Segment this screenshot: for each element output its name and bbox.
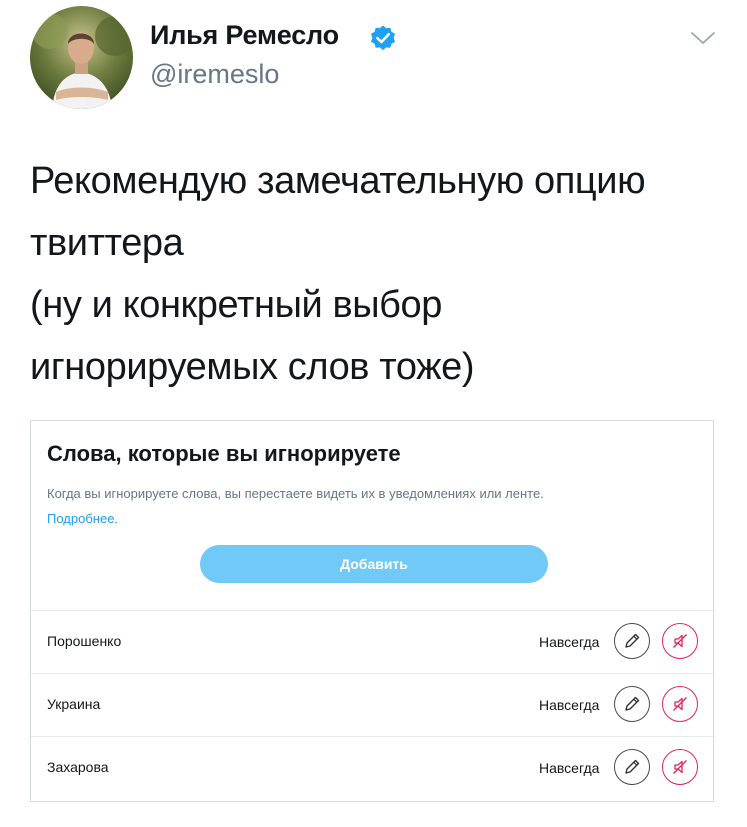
mute-duration: Навсегда	[539, 634, 600, 650]
muted-word-row: Украина Навсегда	[31, 673, 713, 736]
author-name[interactable]: Илья Ремесло	[150, 20, 339, 51]
muted-word-row: Порошенко Навсегда	[31, 610, 713, 673]
verified-badge-icon	[371, 25, 395, 51]
tweet-text-line: твиттера	[30, 222, 184, 264]
mute-duration: Навсегда	[539, 760, 600, 776]
muted-words-panel: Слова, которые вы игнорируете Когда вы и…	[30, 420, 714, 802]
chevron-down-icon[interactable]	[690, 30, 716, 46]
panel-title: Слова, которые вы игнорируете	[47, 441, 401, 466]
tweet-text-line: (ну и конкретный выбор	[30, 284, 443, 326]
muted-word: Порошенко	[47, 633, 122, 649]
author-handle[interactable]: @iremeslo	[150, 59, 279, 90]
add-word-button[interactable]: Добавить	[200, 545, 548, 583]
pencil-icon	[625, 759, 640, 774]
tweet-text-line: Рекомендую замечательную опцию	[30, 160, 646, 202]
avatar[interactable]	[30, 6, 133, 109]
muted-word-row: Захарова Навсегда	[31, 736, 713, 799]
learn-more-link[interactable]: Подробнее.	[47, 511, 118, 526]
panel-description: Когда вы игнорируете слова, вы перестает…	[47, 486, 544, 501]
speaker-muted-icon	[673, 760, 687, 774]
unmute-button[interactable]	[662, 686, 698, 722]
edit-button[interactable]	[614, 686, 650, 722]
unmute-button[interactable]	[662, 623, 698, 659]
speaker-muted-icon	[673, 697, 687, 711]
tweet-text-line: игнорируемых слов тоже)	[30, 346, 475, 388]
pencil-icon	[625, 696, 640, 711]
muted-word: Захарова	[47, 759, 109, 775]
pencil-icon	[625, 633, 640, 648]
tweet-text: Рекомендую замечательную опцию твиттера …	[30, 150, 730, 398]
edit-button[interactable]	[614, 749, 650, 785]
edit-button[interactable]	[614, 623, 650, 659]
muted-word: Украина	[47, 696, 101, 712]
speaker-muted-icon	[673, 634, 687, 648]
mute-duration: Навсегда	[539, 697, 600, 713]
avatar-photo	[30, 6, 133, 109]
unmute-button[interactable]	[662, 749, 698, 785]
